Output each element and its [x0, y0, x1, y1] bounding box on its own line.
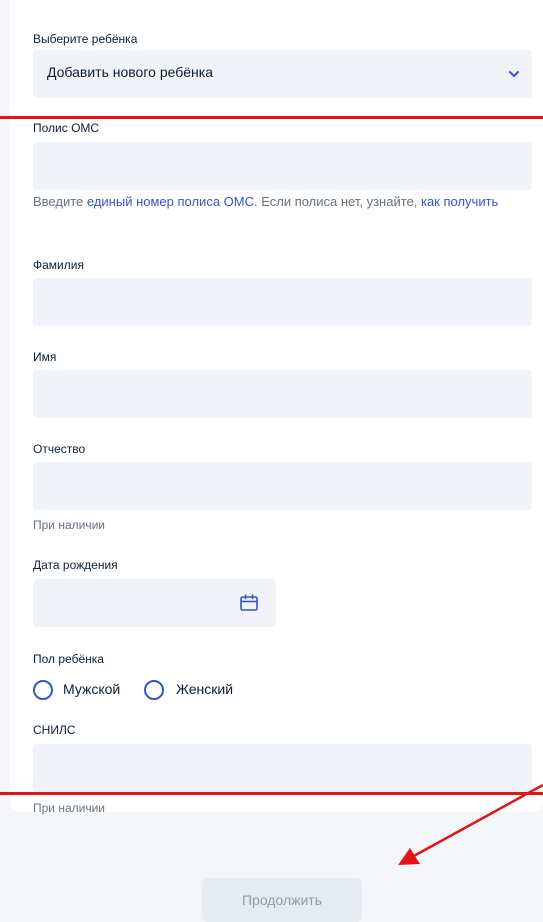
patronymic-label: Отчество — [33, 442, 86, 456]
snils-input[interactable] — [33, 744, 532, 792]
patronymic-input[interactable] — [33, 462, 532, 510]
gender-male-label[interactable]: Мужской — [63, 681, 120, 697]
child-select-label: Выберите ребёнка — [33, 32, 138, 46]
oms-input[interactable] — [33, 142, 532, 190]
gender-label: Пол ребёнка — [33, 652, 104, 666]
chevron-down-icon — [509, 71, 519, 77]
annotation-line-top — [0, 116, 543, 119]
name-label: Имя — [33, 350, 57, 364]
birthdate-input[interactable] — [33, 579, 276, 627]
birthdate-label: Дата рождения — [33, 558, 118, 572]
oms-number-link[interactable]: единый номер полиса ОМС — [87, 194, 254, 209]
surname-input[interactable] — [33, 278, 532, 326]
gender-male-radio[interactable] — [33, 680, 53, 700]
gender-female-radio[interactable] — [144, 680, 164, 700]
patronymic-hint: При наличии — [33, 518, 105, 532]
surname-label: Фамилия — [33, 258, 84, 272]
continue-button[interactable]: Продолжить — [202, 878, 362, 922]
oms-hint-middle: . Если полиса нет, узнайте, — [253, 194, 421, 209]
snils-label: СНИЛС — [33, 723, 76, 737]
oms-hint: Введите единый номер полиса ОМС. Если по… — [33, 191, 503, 212]
oms-hint-prefix: Введите — [33, 194, 87, 209]
snils-hint: При наличии — [33, 801, 105, 815]
how-to-get-link[interactable]: как получить — [421, 194, 498, 209]
gender-female-label[interactable]: Женский — [176, 681, 233, 697]
oms-label: Полис ОМС — [33, 121, 100, 135]
child-select-value: Добавить нового ребёнка — [47, 64, 213, 80]
child-select-dropdown[interactable]: Добавить нового ребёнка — [33, 50, 532, 98]
calendar-icon[interactable] — [238, 592, 260, 614]
name-input[interactable] — [33, 370, 532, 418]
annotation-line-bottom — [0, 792, 543, 795]
